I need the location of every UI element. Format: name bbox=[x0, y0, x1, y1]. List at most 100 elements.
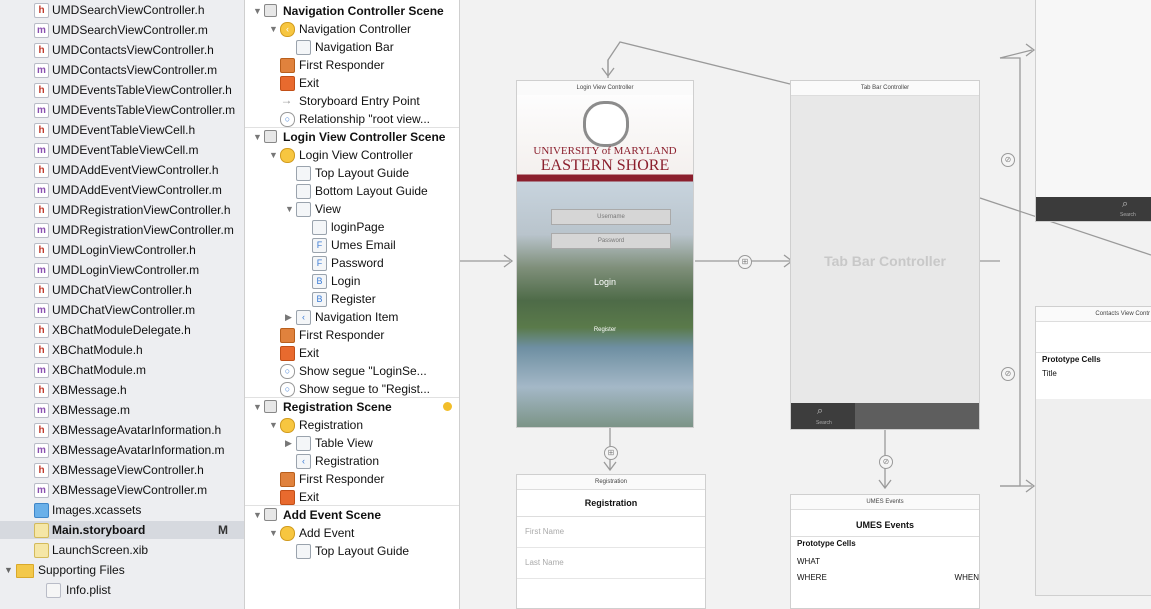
outline-row[interactable]: First Responder bbox=[245, 56, 459, 74]
outline-row[interactable]: Exit bbox=[245, 488, 459, 506]
outline-row[interactable]: ▼ Registration Scene bbox=[245, 398, 459, 416]
file-row[interactable]: m UMDLoginViewController.m bbox=[0, 261, 244, 279]
view-icon: F bbox=[312, 238, 327, 253]
outline-row[interactable]: ○ Show segue "LoginSe... bbox=[245, 362, 459, 380]
outline-label: Navigation Controller Scene bbox=[283, 4, 444, 18]
storyboard-canvas[interactable]: ⊞ ⊞ ⊘ ⊘ ⊘ Login View Controller UNIVERSI… bbox=[460, 0, 1151, 609]
outline-row[interactable]: ▼ Add Event Scene bbox=[245, 506, 459, 524]
file-row[interactable]: h UMDAddEventViewController.h bbox=[0, 161, 244, 179]
file-row[interactable]: ▼ Supporting Files bbox=[0, 561, 244, 579]
outline-row[interactable]: → Storyboard Entry Point bbox=[245, 92, 459, 110]
outline-row[interactable]: Bottom Layout Guide bbox=[245, 182, 459, 200]
email-field[interactable]: Username bbox=[551, 209, 671, 225]
outline-row[interactable]: First Responder bbox=[245, 326, 459, 344]
file-row[interactable]: m XBMessageAvatarInformation.m bbox=[0, 441, 244, 459]
outline-label: Show segue "LoginSe... bbox=[299, 364, 427, 378]
outline-row[interactable]: Top Layout Guide bbox=[245, 542, 459, 560]
file-row[interactable]: m XBMessageViewController.m bbox=[0, 481, 244, 499]
outline-row[interactable]: ▼ ‹ Navigation Controller bbox=[245, 20, 459, 38]
file-row[interactable]: m UMDAddEventViewController.m bbox=[0, 181, 244, 199]
outline-label: Top Layout Guide bbox=[315, 166, 410, 180]
segue-icon[interactable]: ⊞ bbox=[738, 255, 752, 269]
relationship-icon[interactable]: ⊘ bbox=[1001, 153, 1015, 167]
view-icon bbox=[296, 166, 311, 181]
tab-search[interactable]: ⌕ Search bbox=[791, 403, 855, 429]
disclosure-closed-icon[interactable]: ▶ bbox=[285, 434, 292, 452]
outline-row[interactable]: ○ Relationship "root view... bbox=[245, 110, 459, 128]
file-row[interactable]: m XBMessage.m bbox=[0, 401, 244, 419]
file-row[interactable]: h UMDContactsViewController.h bbox=[0, 41, 244, 59]
header-file-icon: h bbox=[34, 83, 49, 98]
file-row[interactable]: m UMDEventsTableViewController.m bbox=[0, 101, 244, 119]
outline-row[interactable]: ‹ Registration bbox=[245, 452, 459, 470]
last-name-field[interactable]: Last Name bbox=[517, 548, 705, 579]
outline-row[interactable]: ▼ Login View Controller bbox=[245, 146, 459, 164]
file-row[interactable]: h UMDEventsTableViewController.h bbox=[0, 81, 244, 99]
disclosure-open-icon[interactable]: ▼ bbox=[253, 506, 262, 524]
disclosure-open-icon[interactable]: ▼ bbox=[253, 2, 262, 20]
outline-row[interactable]: Top Layout Guide bbox=[245, 164, 459, 182]
file-row[interactable]: Main.storyboard M bbox=[0, 521, 244, 539]
disclosure-open-icon[interactable]: ▼ bbox=[269, 524, 278, 542]
outline-row[interactable]: ▶ ‹ Navigation Item bbox=[245, 308, 459, 326]
outline-row[interactable]: Exit bbox=[245, 344, 459, 362]
file-row[interactable]: h XBChatModuleDelegate.h bbox=[0, 321, 244, 339]
file-row[interactable]: m UMDEventTableViewCell.m bbox=[0, 141, 244, 159]
registration-scene[interactable]: Registration Registration First Name Las… bbox=[516, 474, 706, 609]
file-row[interactable]: m UMDChatViewController.m bbox=[0, 301, 244, 319]
outline-row[interactable]: ▼ Add Event bbox=[245, 524, 459, 542]
outline-row[interactable]: First Responder bbox=[245, 470, 459, 488]
file-row[interactable]: h UMDLoginViewController.h bbox=[0, 241, 244, 259]
outline-row[interactable]: loginPage bbox=[245, 218, 459, 236]
outline-row[interactable]: Exit bbox=[245, 74, 459, 92]
outline-row[interactable]: ○ Show segue to "Regist... bbox=[245, 380, 459, 398]
disclosure-open-icon[interactable]: ▼ bbox=[269, 146, 278, 164]
file-row[interactable]: h XBChatModule.h bbox=[0, 341, 244, 359]
file-row[interactable]: h UMDSearchViewController.h bbox=[0, 1, 244, 19]
file-row[interactable]: Images.xcassets bbox=[0, 501, 244, 519]
search-view-controller-scene[interactable]: ⌕ Search bbox=[1035, 0, 1151, 222]
disclosure-open-icon[interactable]: ▼ bbox=[269, 416, 278, 434]
file-row[interactable]: h XBMessage.h bbox=[0, 381, 244, 399]
outline-row[interactable]: ▼ Registration bbox=[245, 416, 459, 434]
file-row[interactable]: m UMDRegistrationViewController.m bbox=[0, 221, 244, 239]
file-row[interactable]: h UMDEventTableViewCell.h bbox=[0, 121, 244, 139]
outline-row[interactable]: ▶ Table View bbox=[245, 434, 459, 452]
file-row[interactable]: Info.plist bbox=[0, 581, 244, 599]
file-row[interactable]: h XBMessageViewController.h bbox=[0, 461, 244, 479]
disclosure-triangle-icon[interactable]: ▼ bbox=[4, 561, 13, 579]
outline-row[interactable]: ▼ Navigation Controller Scene bbox=[245, 2, 459, 20]
file-row[interactable]: m UMDContactsViewController.m bbox=[0, 61, 244, 79]
outline-row[interactable]: F Umes Email bbox=[245, 236, 459, 254]
disclosure-open-icon[interactable]: ▼ bbox=[253, 128, 262, 146]
first-name-field[interactable]: First Name bbox=[517, 517, 705, 548]
file-row[interactable]: h XBMessageAvatarInformation.h bbox=[0, 421, 244, 439]
disclosure-closed-icon[interactable]: ▶ bbox=[285, 308, 292, 326]
register-button[interactable]: Register bbox=[517, 327, 693, 333]
segue-icon[interactable]: ⊞ bbox=[604, 446, 618, 460]
file-row[interactable]: m XBChatModule.m bbox=[0, 361, 244, 379]
file-row[interactable]: h UMDRegistrationViewController.h bbox=[0, 201, 244, 219]
outline-row[interactable]: B Register bbox=[245, 290, 459, 308]
contacts-view-controller-scene[interactable]: Contacts View Contr Prototype Cells Titl… bbox=[1035, 306, 1151, 596]
umes-events-scene[interactable]: UMES Events UMES Events Prototype Cells … bbox=[790, 494, 980, 609]
relationship-icon[interactable]: ⊘ bbox=[1001, 367, 1015, 381]
tab-bar-controller-scene[interactable]: Tab Bar Controller Tab Bar Controller ⌕ … bbox=[790, 80, 980, 430]
disclosure-open-icon[interactable]: ▼ bbox=[253, 398, 262, 416]
relationship-icon[interactable]: ⊘ bbox=[879, 455, 893, 469]
outline-row[interactable]: Navigation Bar bbox=[245, 38, 459, 56]
disclosure-open-icon[interactable]: ▼ bbox=[285, 200, 294, 218]
file-row[interactable]: h UMDChatViewController.h bbox=[0, 281, 244, 299]
password-field[interactable]: Password bbox=[551, 233, 671, 249]
outline-row[interactable]: ▼ Login View Controller Scene bbox=[245, 128, 459, 146]
login-view-controller-scene[interactable]: Login View Controller UNIVERSITY of MARY… bbox=[516, 80, 694, 428]
tab-bar[interactable]: ⌕ Search bbox=[791, 403, 979, 429]
disclosure-open-icon[interactable]: ▼ bbox=[269, 20, 278, 38]
outline-row[interactable]: B Login bbox=[245, 272, 459, 290]
outline-row[interactable]: F Password bbox=[245, 254, 459, 272]
file-row[interactable]: m UMDSearchViewController.m bbox=[0, 21, 244, 39]
file-row[interactable]: LaunchScreen.xib bbox=[0, 541, 244, 559]
outline-row[interactable]: ▼ View bbox=[245, 200, 459, 218]
segue-icon: ○ bbox=[280, 382, 295, 397]
login-button[interactable]: Login bbox=[517, 277, 693, 287]
